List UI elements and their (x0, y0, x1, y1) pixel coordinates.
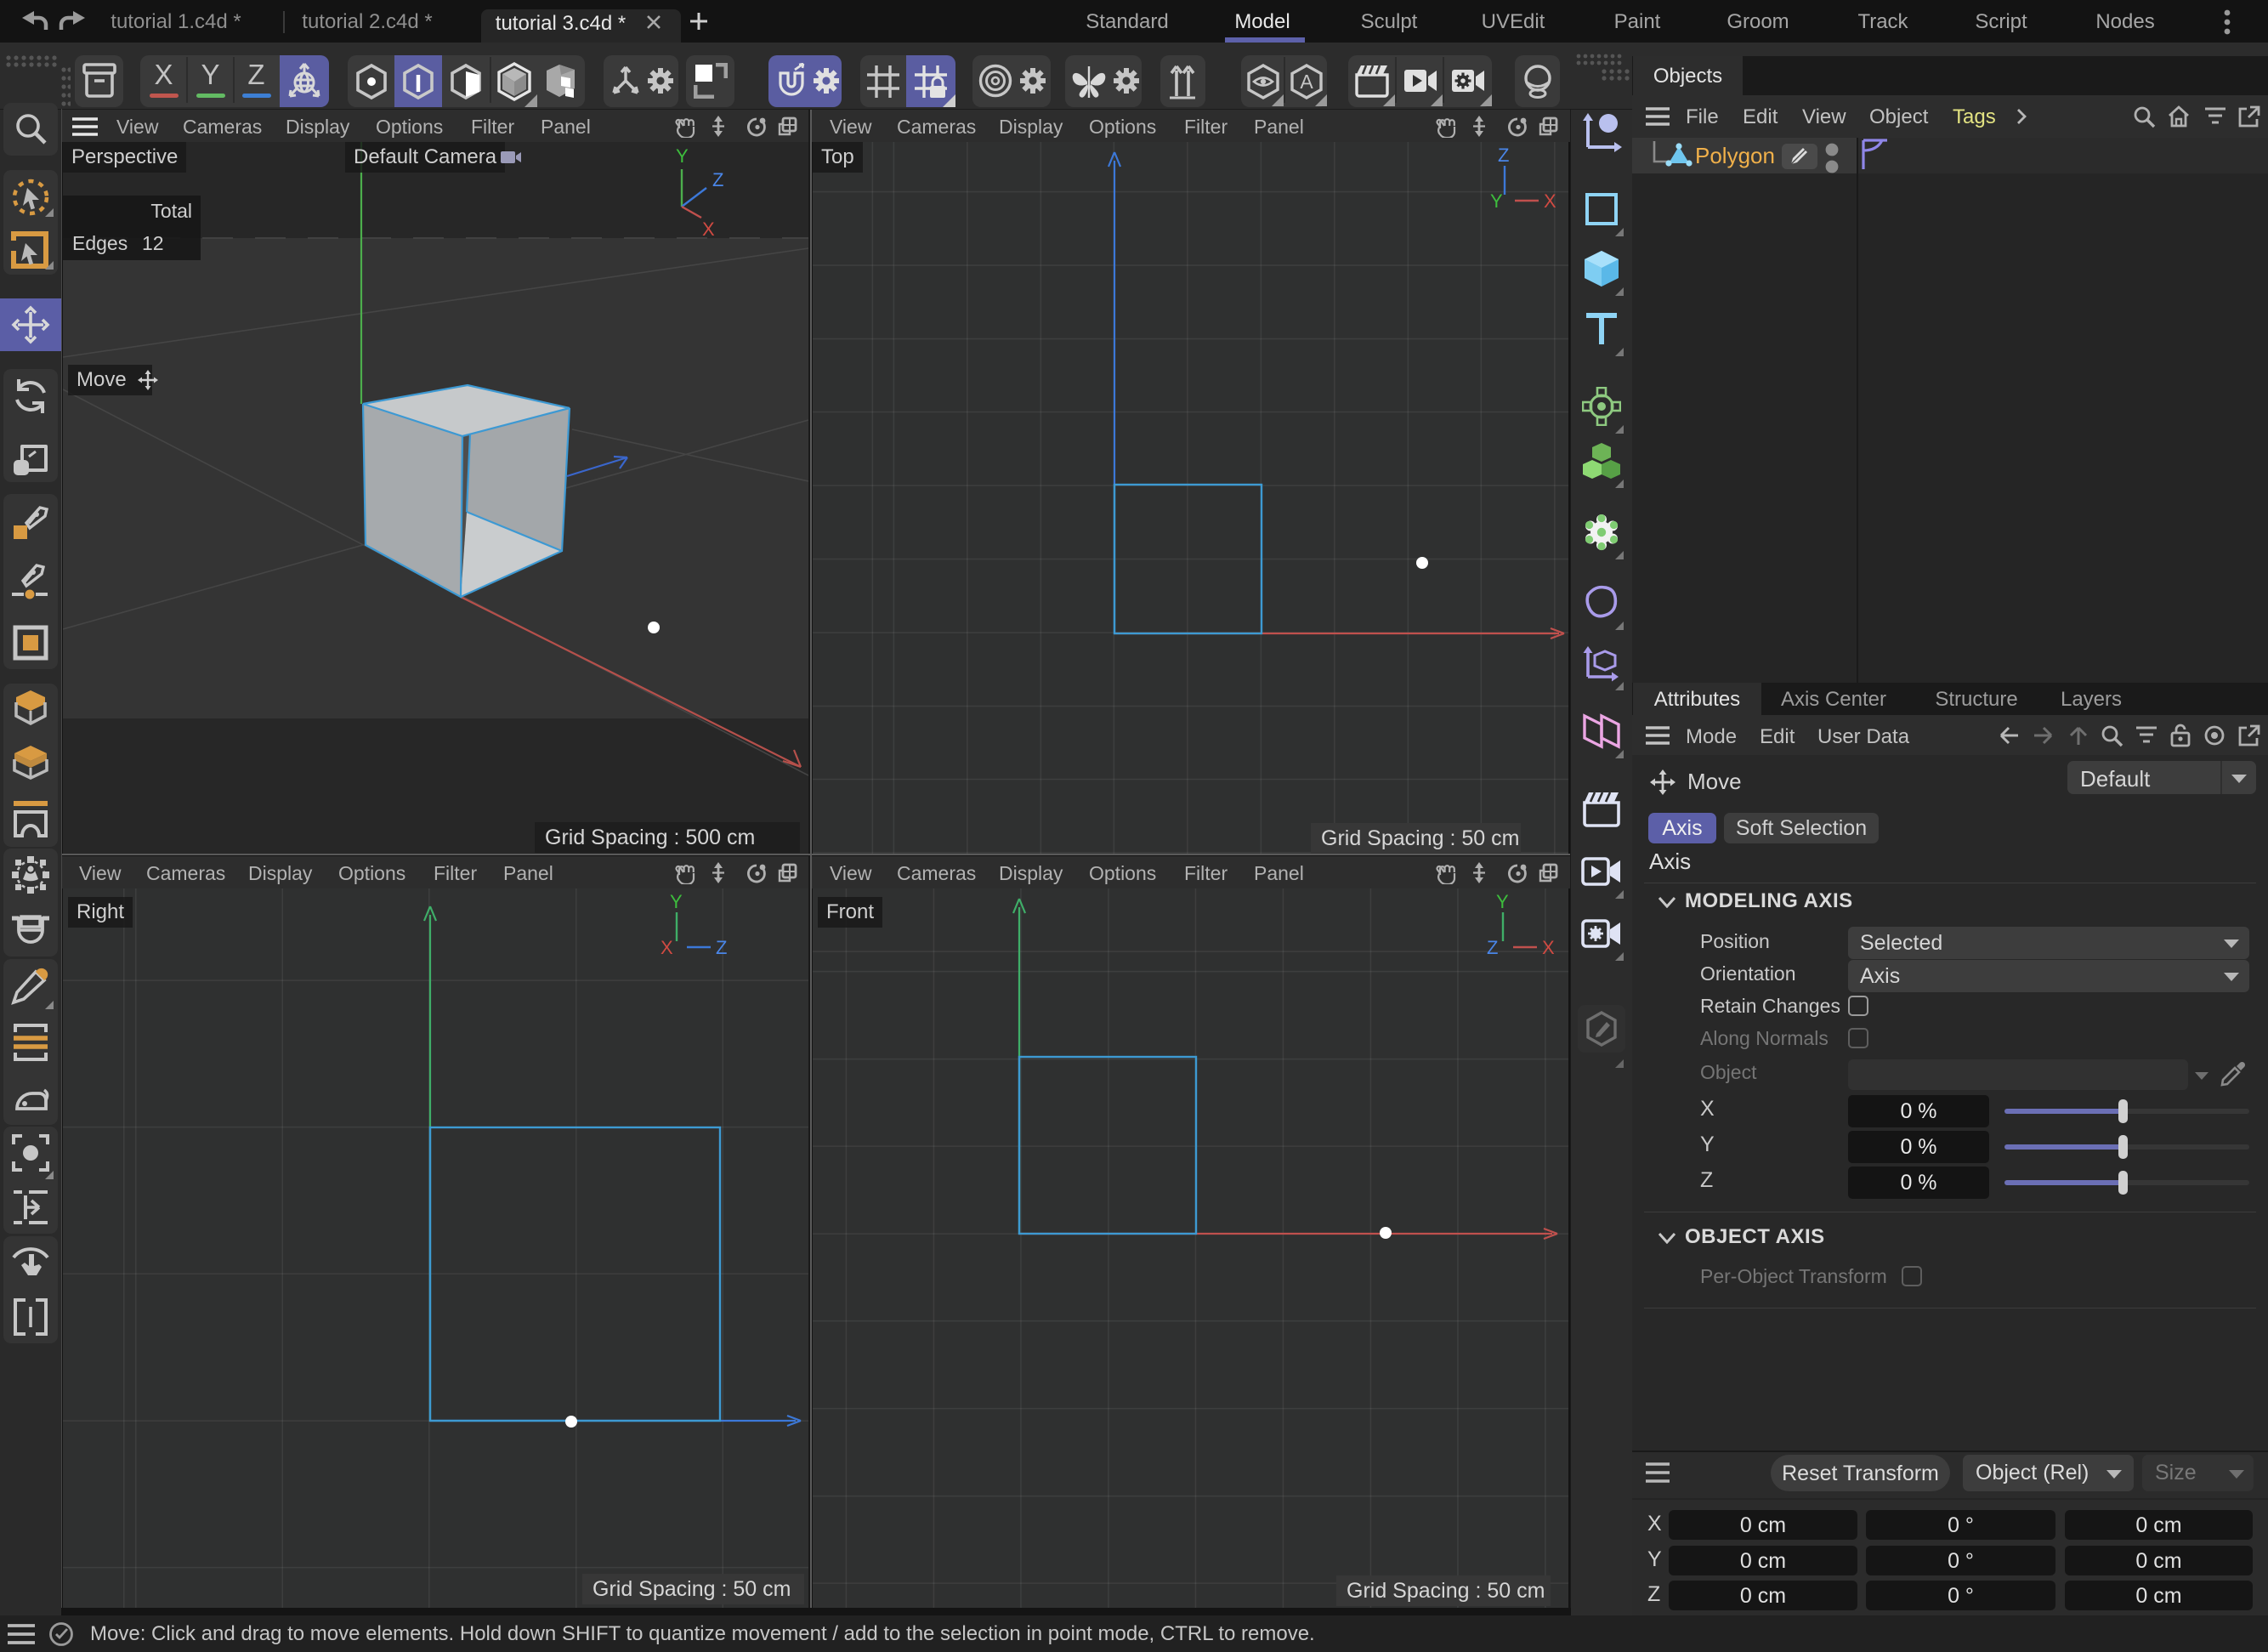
svg-text:Z: Z (1498, 145, 1509, 166)
svg-text:Z: Z (1487, 937, 1498, 958)
svg-text:X: X (1542, 937, 1555, 958)
svg-text:Y: Y (670, 891, 683, 912)
svg-text:Y: Y (1496, 891, 1509, 912)
svg-text:A: A (1300, 71, 1313, 93)
svg-text:X: X (702, 219, 715, 240)
svg-text:Y: Y (1490, 190, 1503, 212)
svg-text:X: X (1544, 190, 1556, 212)
svg-text:Z: Z (712, 169, 723, 190)
svg-text:Y: Y (676, 145, 689, 167)
svg-text:X: X (661, 937, 673, 958)
svg-text:Z: Z (716, 937, 727, 958)
